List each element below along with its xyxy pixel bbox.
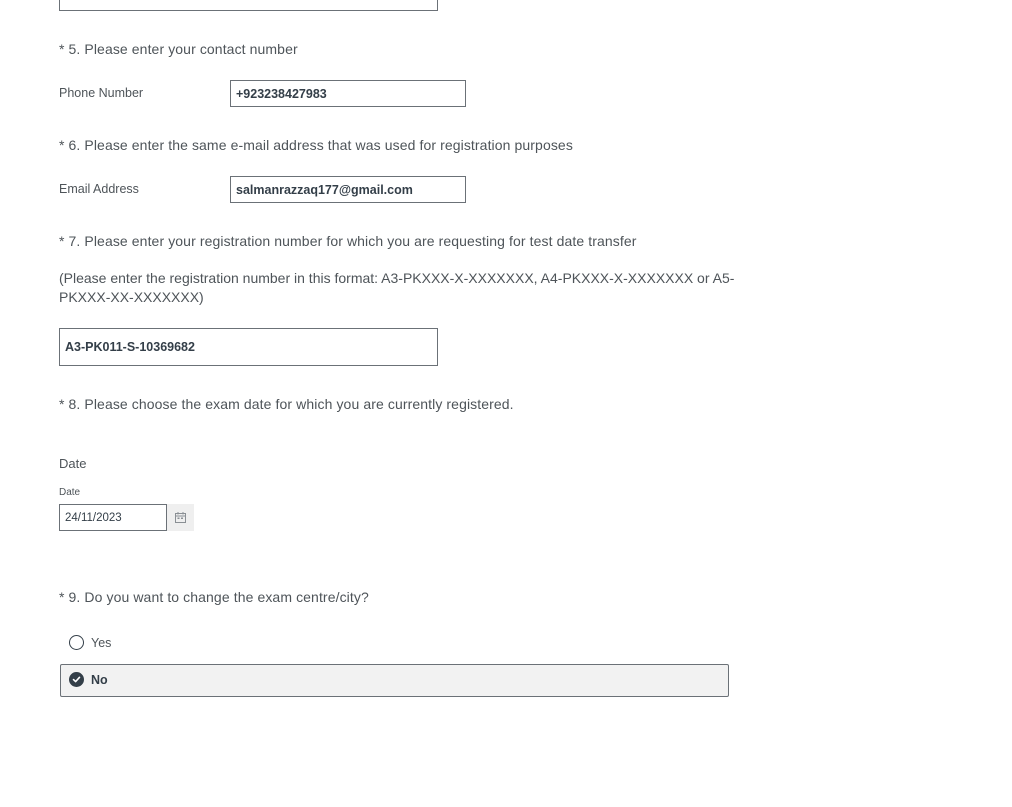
date-field-label: Date [59, 487, 81, 498]
date-picker-button[interactable] [167, 504, 194, 531]
phone-number-input[interactable] [230, 80, 466, 107]
question-6-title: * 6. Please enter the same e-mail addres… [59, 137, 573, 153]
question-5-title: * 5. Please enter your contact number [59, 41, 298, 57]
question-8-title: * 8. Please choose the exam date for whi… [59, 396, 514, 412]
radio-checked-icon[interactable] [69, 672, 84, 687]
email-address-label: Email Address [59, 182, 139, 196]
registration-format-note: (Please enter the registration number in… [59, 270, 735, 305]
previous-answer-input[interactable] [59, 0, 438, 11]
exam-date-input[interactable] [59, 504, 167, 531]
registration-number-input[interactable] [59, 328, 438, 366]
email-address-input[interactable] [230, 176, 466, 203]
calendar-icon [175, 512, 186, 523]
phone-number-label: Phone Number [59, 86, 144, 100]
option-yes-label: Yes [91, 635, 112, 650]
radio-unchecked-icon[interactable] [69, 635, 84, 650]
checkmark-icon [72, 676, 81, 683]
option-no-label: No [91, 672, 108, 687]
question-9-title: * 9. Do you want to change the exam cent… [59, 589, 369, 605]
option-yes[interactable]: Yes [69, 635, 111, 650]
date-group-label: Date [59, 456, 87, 471]
option-no[interactable]: No [60, 664, 729, 697]
question-7-title: * 7. Please enter your registration numb… [59, 233, 637, 249]
